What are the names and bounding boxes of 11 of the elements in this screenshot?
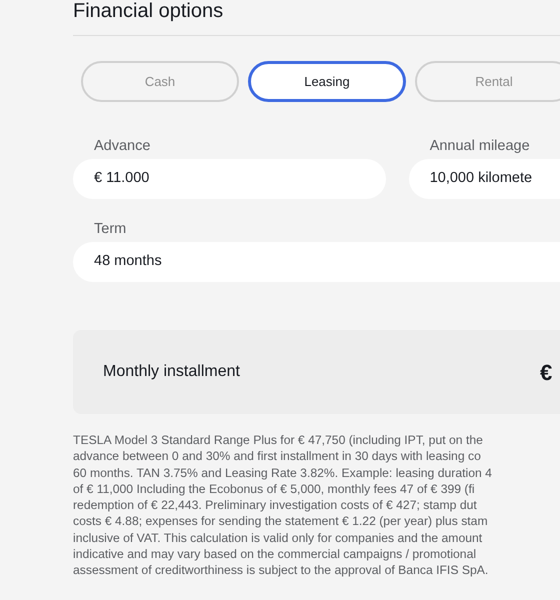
- input-field[interactable]: 10,000 kilomete: [408, 159, 560, 199]
- summary-value: €: [540, 358, 552, 386]
- input-field[interactable]: 48 months: [73, 242, 560, 282]
- field-label: Term: [94, 220, 126, 239]
- field-label: Advance: [94, 137, 150, 156]
- section-title: Financial options: [73, 0, 224, 22]
- input-field[interactable]: € 11.000: [73, 159, 386, 199]
- field-label: Annual mileage: [430, 137, 530, 156]
- option-tab[interactable]: Leasing: [248, 61, 406, 102]
- disclaimer-text: TESLA Model 3 Standard Range Plus for € 47,750 (including IPT, put on the advance between 0 and 30% and first installment in 30 days with leasing co 60 months. TAN 3.75% and Leasing Rate 3.82%. Example: leasing duration 4 of € 11,000 Including the Ecobonus of € 5,000, monthly fees 47 of € 399 (fi redemption of € 22,443. Preliminary investigation costs of € 427; stamp dut costs € 4.88; expenses for sending the statement € 1.22 (per year) plus stam inclusive of VAT. This calculation is valid only for companies and the amount indicative and may vary based on the commercial campaigns / promotional assessment of creditworthiness is subject to the approval of Banca IFIS SpA.: [73, 432, 492, 579]
- summary-label: Monthly installment: [103, 362, 241, 382]
